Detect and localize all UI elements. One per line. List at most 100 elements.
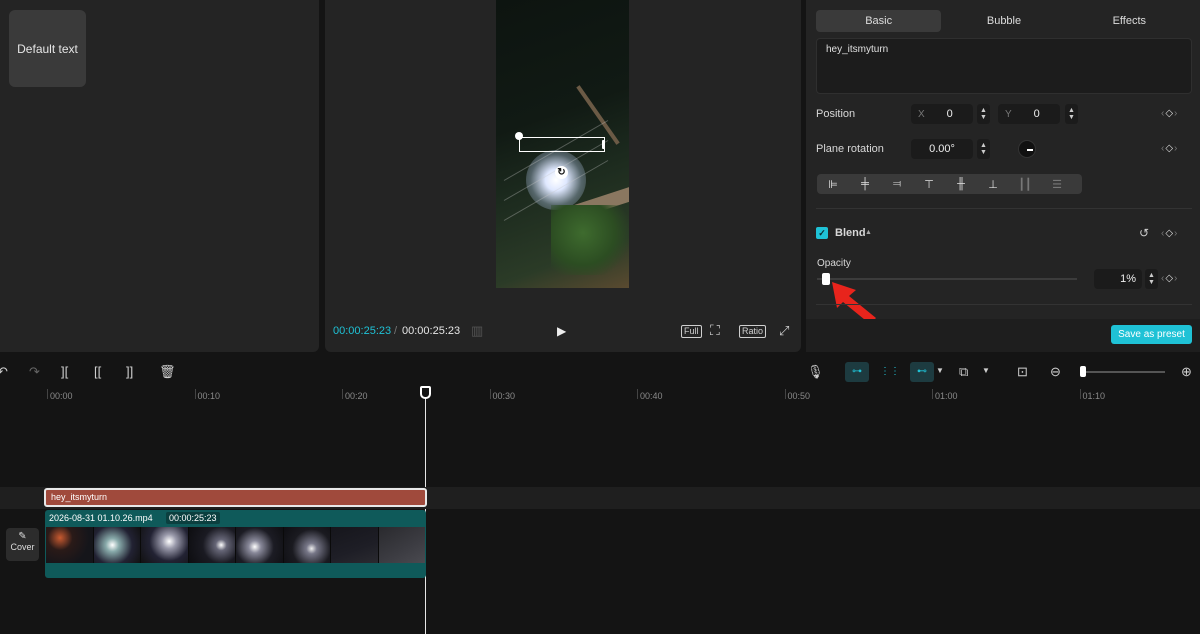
- opacity-field[interactable]: 1%: [1094, 269, 1142, 289]
- align-bottom-icon[interactable]: ⊥: [977, 178, 1009, 191]
- cover-button[interactable]: ✎ Cover: [6, 528, 39, 561]
- align-center-h-icon[interactable]: ╪: [849, 178, 881, 190]
- text-content-input[interactable]: hey_itsmyturn: [816, 38, 1192, 94]
- fullscreen-icon[interactable]: ⤢: [779, 323, 789, 339]
- position-x-field[interactable]: X 0: [911, 104, 973, 124]
- ruler-tick: [637, 389, 638, 399]
- default-text-preset[interactable]: Default text: [9, 10, 86, 87]
- inspector-tabs: Basic Bubble Effects: [816, 10, 1192, 32]
- align-middle-v-icon[interactable]: ╫: [945, 178, 977, 190]
- rotation-dial[interactable]: [1018, 140, 1036, 158]
- play-icon[interactable]: ▶: [557, 324, 566, 338]
- divider: [816, 304, 1192, 305]
- video-clip-duration: 00:00:25:23: [166, 512, 220, 524]
- align-right-icon[interactable]: ⫤: [881, 178, 913, 191]
- timeline-ruler[interactable]: 00:00 00:10 00:20 00:30 00:40 00:50 01:00 01:10: [0, 386, 1200, 406]
- fit-timeline-icon[interactable]: ⊡: [1017, 364, 1028, 380]
- keyframe-blend-icon[interactable]: ‹◇›: [1161, 228, 1178, 239]
- rotation-stepper[interactable]: ▲ ▼: [977, 139, 990, 159]
- split-left-icon[interactable]: [[: [94, 364, 101, 379]
- ruler-tick: [1079, 389, 1081, 399]
- x-stepper[interactable]: ▲ ▼: [977, 104, 990, 124]
- zoom-slider-track[interactable]: [1083, 371, 1165, 373]
- ruler-tick-label: 01:00: [935, 391, 958, 401]
- plane-rotation-label: Plane rotation: [816, 143, 884, 155]
- ruler-tick: [47, 389, 48, 399]
- tab-bubble[interactable]: Bubble: [941, 10, 1066, 32]
- position-y-field[interactable]: Y 0: [998, 104, 1060, 124]
- zoom-in-icon[interactable]: ⊕: [1181, 364, 1192, 380]
- zoom-fit-icon[interactable]: ⛶: [710, 322, 720, 339]
- undo-icon[interactable]: ↶: [0, 364, 8, 380]
- keyframe-rotation-icon[interactable]: ‹◇›: [1161, 143, 1178, 154]
- keyframe-opacity-icon[interactable]: ‹◇›: [1161, 273, 1178, 284]
- opacity-slider-knob[interactable]: [821, 273, 830, 285]
- waveform-icon[interactable]: ▥: [471, 323, 483, 339]
- full-quality-button[interactable]: Full: [681, 325, 702, 338]
- rotate-handle-icon[interactable]: ↻: [555, 166, 568, 179]
- rotation-value: 0.00°: [929, 143, 955, 155]
- text-clip[interactable]: hey_itsmyturn: [44, 488, 427, 507]
- distribute-v-icon[interactable]: ☰: [1041, 178, 1073, 191]
- resize-handle[interactable]: [515, 132, 523, 140]
- ruler-tick: [784, 389, 786, 399]
- align-top-icon[interactable]: ⊤: [913, 178, 945, 191]
- redo-icon[interactable]: ↷: [29, 364, 40, 380]
- ruler-tick: [932, 389, 933, 399]
- text-selection-box[interactable]: [519, 137, 605, 152]
- microphone-icon[interactable]: 🎙: [807, 364, 824, 380]
- thumbnail: [46, 527, 94, 563]
- ruler-tick-label: 00:10: [197, 391, 221, 401]
- resize-handle-right[interactable]: [602, 140, 605, 149]
- keyframe-position-icon[interactable]: ‹◇›: [1161, 108, 1178, 119]
- thumbnail: [236, 527, 284, 563]
- dial-indicator: [1027, 149, 1033, 151]
- current-time: 00:00:25:23: [333, 325, 392, 337]
- ruler-tick-label: 00:50: [787, 391, 811, 401]
- blend-checkbox[interactable]: ✓: [816, 227, 828, 239]
- preview-axis-icon[interactable]: ⧉: [959, 364, 968, 380]
- zoom-slider-knob[interactable]: [1080, 366, 1086, 377]
- x-label: X: [918, 108, 925, 120]
- video-thumbnails: [46, 527, 425, 563]
- ruler-tick: [342, 389, 343, 399]
- align-left-icon[interactable]: ⊫: [817, 178, 849, 191]
- thumbnail: [331, 527, 379, 563]
- linkage-dropdown-icon[interactable]: ▼: [936, 366, 944, 375]
- auto-snap-button[interactable]: ⋮⋮: [878, 362, 902, 382]
- collapse-caret-icon[interactable]: ▲: [865, 229, 872, 236]
- thumbnail: [283, 527, 331, 563]
- default-text-label: Default text: [17, 41, 78, 56]
- tree: [551, 205, 629, 275]
- thumbnail: [93, 527, 141, 563]
- distribute-h-icon[interactable]: ┃┃: [1009, 178, 1041, 191]
- y-stepper[interactable]: ▲ ▼: [1065, 104, 1078, 124]
- ratio-button[interactable]: Ratio: [739, 325, 767, 338]
- thumbnail: [141, 527, 189, 563]
- linkage-button[interactable]: ⊷: [910, 362, 934, 382]
- preview-dropdown-icon[interactable]: ▼: [982, 366, 990, 375]
- rotation-field[interactable]: 0.00°: [911, 139, 973, 159]
- tab-basic[interactable]: Basic: [816, 10, 942, 32]
- utility-pole: [576, 85, 620, 145]
- thumbnail: [378, 527, 425, 563]
- zoom-out-icon[interactable]: ⊖: [1050, 364, 1061, 380]
- save-as-preset-button[interactable]: Save as preset: [1111, 325, 1192, 344]
- split-right-icon[interactable]: ]]: [126, 364, 133, 379]
- tab-effects[interactable]: Effects: [1067, 10, 1192, 32]
- playhead-handle[interactable]: [420, 386, 431, 399]
- video-clip[interactable]: 2026-08-31 01.10.26.mp4 00:00:25:23: [45, 510, 426, 578]
- y-value: 0: [1033, 108, 1040, 120]
- opacity-stepper[interactable]: ▲ ▼: [1145, 269, 1158, 289]
- ruler-tick-label: 00:30: [492, 391, 516, 401]
- split-icon[interactable]: ][: [61, 364, 68, 379]
- time-separator: /: [394, 325, 398, 337]
- divider: [816, 208, 1192, 209]
- magnet-link-button[interactable]: ⊶: [845, 362, 869, 382]
- reset-icon[interactable]: ↺: [1139, 226, 1149, 240]
- align-toolbar: ⊫ ╪ ⫤ ⊤ ╫ ⊥ ┃┃ ☰: [817, 174, 1082, 194]
- ruler-tick-label: 01:10: [1082, 391, 1106, 401]
- ruler-tick-label: 00:20: [345, 391, 368, 401]
- delete-icon[interactable]: 🗑: [159, 364, 176, 380]
- cover-label: Cover: [10, 542, 35, 552]
